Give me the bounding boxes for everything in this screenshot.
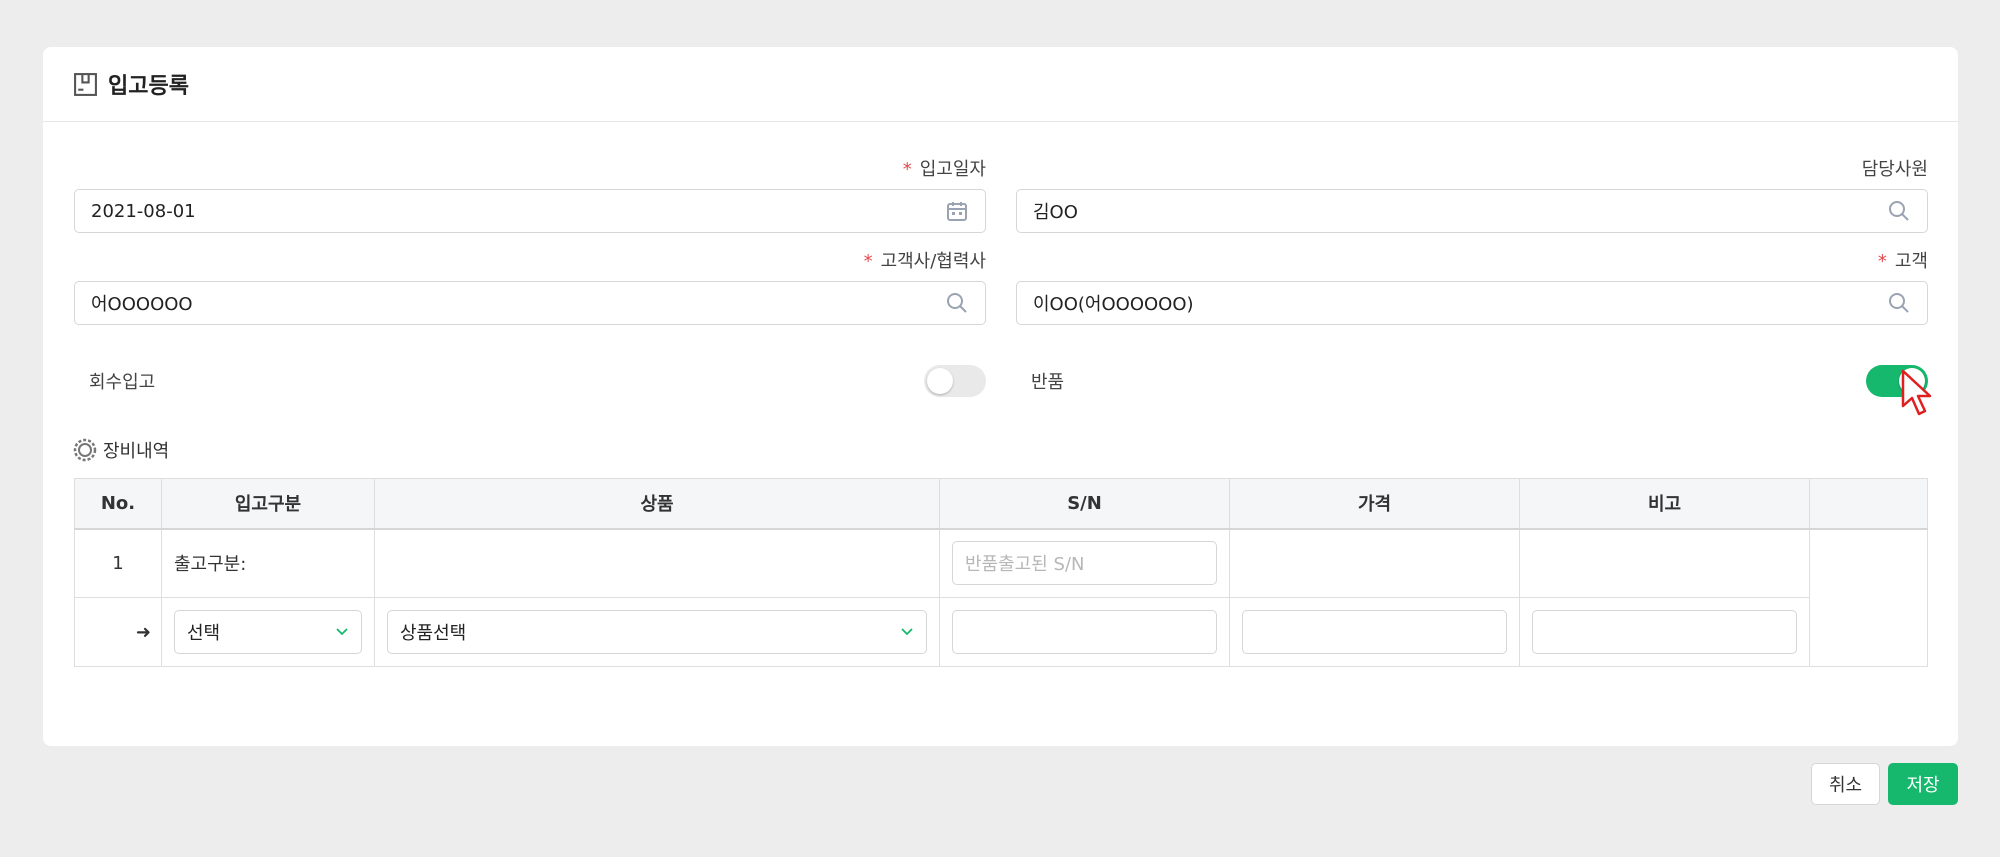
save-button[interactable]: 저장 — [1888, 763, 1958, 805]
outbound-type-text: 출고구분: — [161, 528, 375, 598]
header-no: No. — [74, 478, 162, 530]
header-product: 상품 — [374, 478, 940, 530]
returned-sn-input[interactable]: 반품출고된 S/N — [952, 541, 1217, 586]
required-mark: * — [1877, 251, 1887, 272]
search-icon[interactable] — [945, 291, 969, 315]
price-cell — [1229, 528, 1520, 598]
calendar-icon[interactable] — [945, 199, 969, 223]
note-input-cell — [1519, 597, 1810, 667]
gear-icon — [73, 438, 97, 462]
mouse-cursor-icon — [1901, 369, 1932, 416]
staff-label: 담당사원 — [1861, 159, 1928, 180]
header-action — [1809, 478, 1928, 530]
table-row: 1 출고구분: 반품출고된 S/N — [74, 528, 1928, 667]
search-icon[interactable] — [1887, 199, 1911, 223]
chevron-down-icon — [336, 628, 348, 636]
search-icon[interactable] — [1887, 291, 1911, 315]
note-cell — [1519, 528, 1810, 598]
sn-input[interactable] — [952, 610, 1217, 654]
product-select[interactable]: 상품선택 — [387, 610, 927, 654]
toggle-knob — [927, 368, 953, 394]
arrow-right-icon: ➜ — [74, 597, 162, 667]
recovery-toggle-row: 회수입고 — [74, 364, 986, 398]
date-input[interactable]: 2021-08-01 — [74, 189, 986, 233]
box-icon — [74, 72, 97, 96]
page-title: 입고등록 — [108, 74, 189, 99]
product-select-cell: 상품선택 — [374, 597, 940, 667]
partner-label: 고객사/협력사 — [880, 251, 986, 272]
return-toggle-row: 반품 — [1016, 364, 1928, 398]
customer-field: * 고객 이OO(어OOOOOO) — [1016, 247, 1928, 325]
inbound-type-select[interactable]: 선택 — [174, 610, 362, 654]
date-label: 입고일자 — [919, 159, 986, 180]
cancel-button[interactable]: 취소 — [1811, 763, 1880, 805]
required-mark: * — [863, 251, 873, 272]
price-input[interactable] — [1242, 610, 1507, 654]
staff-field: 담당사원 김OO — [1016, 155, 1928, 233]
action-cell — [1809, 528, 1928, 667]
customer-input[interactable]: 이OO(어OOOOOO) — [1016, 281, 1928, 325]
header-sn: S/N — [939, 478, 1230, 530]
staff-input[interactable]: 김OO — [1016, 189, 1928, 233]
return-label: 반품 — [1031, 372, 1065, 393]
date-field: * 입고일자 2021-08-01 — [74, 155, 986, 233]
chevron-down-icon — [901, 628, 913, 636]
header-price: 가격 — [1229, 478, 1520, 530]
price-input-cell — [1229, 597, 1520, 667]
row-number: 1 — [74, 528, 162, 598]
header-note: 비고 — [1519, 478, 1810, 530]
card-header: 입고등록 — [43, 47, 1958, 122]
product-cell — [374, 528, 940, 598]
required-mark: * — [902, 159, 912, 180]
recovery-toggle[interactable] — [924, 365, 986, 397]
partner-field: * 고객사/협력사 어OOOOOO — [74, 247, 986, 325]
equipment-table: No. 입고구분 상품 S/N 가격 비고 1 출고구분: 반품출고된 S/N — [74, 478, 1928, 667]
customer-label: 고객 — [1894, 251, 1928, 272]
sn-input-cell — [939, 597, 1230, 667]
equipment-section-title: 장비내역 — [73, 437, 169, 463]
partner-input[interactable]: 어OOOOOO — [74, 281, 986, 325]
type-cell: 선택 — [161, 597, 375, 667]
header-type: 입고구분 — [161, 478, 375, 530]
recovery-label: 회수입고 — [89, 372, 156, 393]
inbound-registration-card: 입고등록 * 입고일자 2021-08-01 담당사원 김OO * 고객사/협력사 … — [43, 47, 1958, 746]
note-input[interactable] — [1532, 610, 1797, 654]
table-row-new: ➜ 선택 상품선택 — [74, 597, 1928, 667]
table-header-row: No. 입고구분 상품 S/N 가격 비고 — [74, 478, 1928, 530]
sn-cell: 반품출고된 S/N — [939, 528, 1230, 598]
